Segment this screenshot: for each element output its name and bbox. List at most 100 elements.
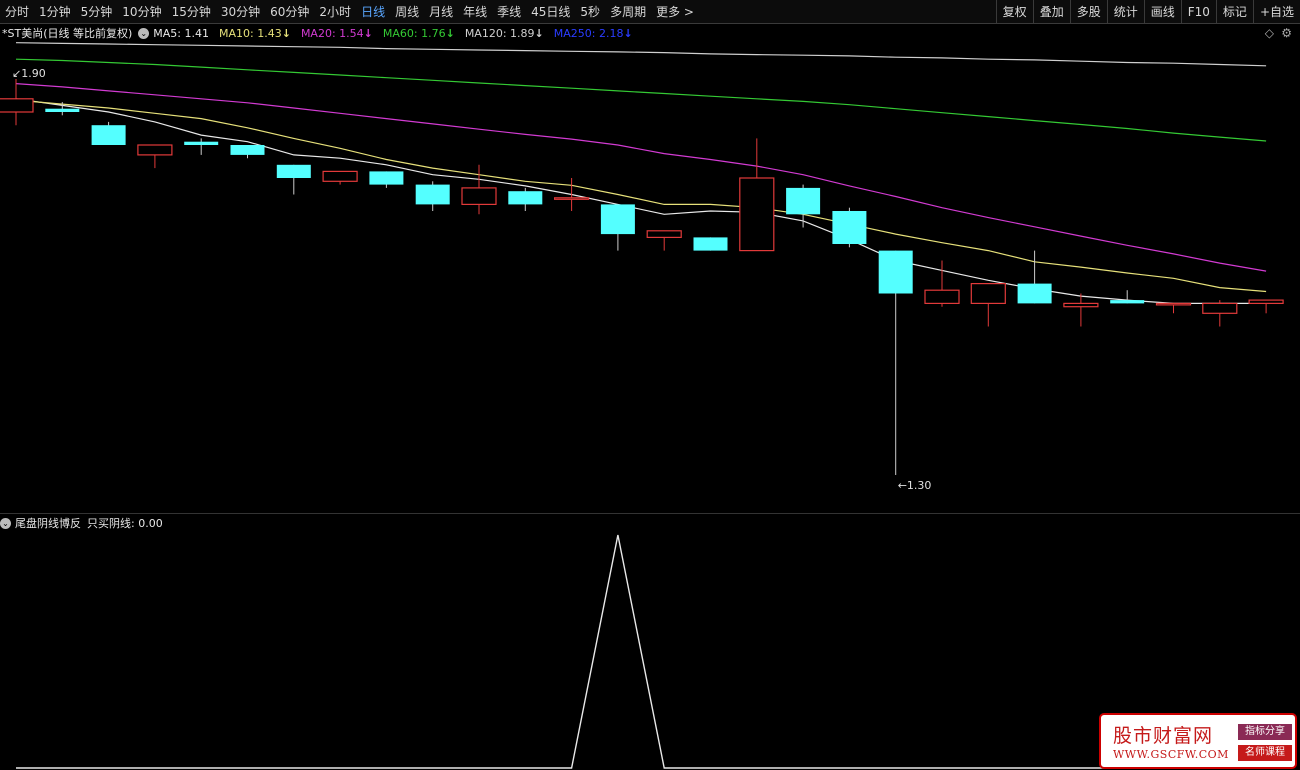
candle-body-22 — [1017, 283, 1052, 304]
candle-body-27 — [1248, 299, 1284, 305]
candle-3 — [137, 144, 173, 169]
candle-body-6 — [276, 164, 311, 178]
candle-body-21 — [970, 283, 1006, 305]
candle-body-13 — [600, 204, 635, 235]
candle-14 — [646, 230, 682, 251]
ma-line-ma5 — [15, 98, 1267, 304]
candle-body-5 — [230, 145, 265, 155]
period-tab-6[interactable]: 60分钟 — [265, 0, 314, 24]
ma-legend-item-5: MA250: 2.18↓ — [553, 26, 633, 40]
candle-body-24 — [1110, 300, 1145, 304]
ma-line-ma60 — [15, 58, 1267, 142]
candle-4 — [184, 138, 219, 155]
candle-7 — [322, 170, 358, 185]
candle-body-11 — [508, 191, 543, 205]
candle-body-10 — [461, 187, 497, 205]
candle-body-23 — [1063, 302, 1099, 308]
candle-body-8 — [369, 171, 404, 185]
tool-button-5[interactable]: F10 — [1180, 0, 1216, 24]
period-tab-10[interactable]: 月线 — [424, 0, 458, 24]
period-tab-9[interactable]: 周线 — [390, 0, 424, 24]
period-tab-13[interactable]: 45日线 — [526, 0, 575, 24]
candle-body-18 — [832, 211, 867, 244]
period-tab-8[interactable]: 日线 — [356, 0, 390, 24]
candle-25 — [1155, 302, 1192, 314]
period-tab-16[interactable]: 更多 > — [651, 0, 699, 24]
indicator-line — [16, 534, 1267, 769]
ma-legend-item-1: MA10: 1.43↓ — [219, 26, 291, 40]
candle-body-17 — [786, 187, 821, 215]
period-tab-3[interactable]: 10分钟 — [117, 0, 166, 24]
candle-body-7 — [322, 170, 358, 182]
candle-body-0 — [0, 98, 34, 113]
period-tab-0[interactable]: 分时 — [0, 0, 34, 24]
period-tab-4[interactable]: 15分钟 — [167, 0, 216, 24]
watermark-tag-course: 名师课程 — [1238, 745, 1292, 761]
candle-5 — [230, 145, 265, 159]
max-price-label: ↙1.90 — [12, 67, 46, 80]
tool-button-6[interactable]: 标记 — [1215, 0, 1253, 24]
tool-button-4[interactable]: 画线 — [1143, 0, 1181, 24]
tool-button-7[interactable]: +自选 — [1252, 0, 1300, 24]
watermark-url: WWW.GSCFW.COM — [1113, 748, 1229, 761]
candle-body-14 — [646, 230, 682, 239]
candle-body-20 — [924, 289, 960, 304]
tool-button-0[interactable]: 复权 — [995, 0, 1033, 24]
ma-line-ma10 — [15, 99, 1267, 293]
indicator-circle-icon[interactable]: ⌄ — [0, 517, 11, 529]
period-tab-12[interactable]: 季线 — [492, 0, 526, 24]
ma-legend-item-4: MA120: 1.89↓ — [464, 26, 544, 40]
candle-body-25 — [1155, 302, 1192, 306]
ma-line-ma20 — [15, 83, 1267, 272]
candle-19 — [878, 250, 913, 475]
gear-icon[interactable]: ⚙ — [1281, 26, 1292, 40]
candle-body-15 — [693, 237, 728, 251]
candle-16 — [739, 138, 775, 252]
candle-11 — [508, 187, 543, 211]
toolbar: 分时 1分钟 5分钟 10分钟 15分钟 30分钟 60分钟 2小时 日线 周线 月线 年线 季线 45日… — [0, 0, 1300, 24]
info-bar: *ST美尚(日线 等比前复权) ⌄ MA5: 1.41 MA10: 1.43↓ MA… — [0, 24, 1300, 42]
ma-legend-item-2: MA20: 1.54↓ — [300, 26, 373, 40]
tool-buttons: 复权 叠加 多股 统计 画线 F10 标记 +自选 — [995, 0, 1300, 24]
tool-button-2[interactable]: 多股 — [1069, 0, 1107, 24]
ma-line-ma120 — [15, 42, 1267, 67]
tool-button-3[interactable]: 统计 — [1106, 0, 1144, 24]
candle-body-12 — [553, 197, 590, 200]
stock-title: *ST美尚(日线 等比前复权) — [2, 27, 133, 40]
indicator-name: 尾盘阴线博反 — [15, 517, 81, 530]
tool-button-1[interactable]: 叠加 — [1032, 0, 1070, 24]
candle-body-16 — [739, 177, 775, 252]
candle-body-9 — [415, 184, 450, 205]
candle-body-4 — [184, 141, 219, 145]
period-tab-2[interactable]: 5分钟 — [76, 0, 118, 24]
period-tab-15[interactable]: 多周期 — [605, 0, 651, 24]
period-tab-11[interactable]: 年线 — [458, 0, 492, 24]
diamond-icon[interactable]: ◇ — [1265, 26, 1274, 40]
candlestick-chart[interactable]: ↙1.90 ←1.30 — [0, 42, 1300, 512]
period-tab-14[interactable]: 5秒 — [575, 0, 605, 24]
candle-23 — [1063, 293, 1099, 327]
indicator-bar: ⌄ 尾盘阴线博反 只买阴线: 0.00 — [0, 515, 163, 531]
period-tab-7[interactable]: 2小时 — [314, 0, 356, 24]
candle-13 — [600, 204, 635, 251]
candle-body-26 — [1202, 302, 1238, 314]
candle-26 — [1202, 300, 1238, 327]
candle-10 — [461, 164, 497, 215]
candle-15 — [693, 237, 728, 251]
ma-legend: MA5: 1.41 MA10: 1.43↓ MA20: 1.54↓ MA60: 1.7… — [153, 27, 642, 40]
candle-body-1 — [45, 108, 80, 112]
candle-body-19 — [878, 250, 913, 294]
watermark-name: 股市财富网 — [1113, 725, 1214, 747]
ma-legend-item-3: MA60: 1.76↓ — [382, 26, 455, 40]
candle-8 — [369, 171, 404, 188]
candle-17 — [786, 184, 821, 228]
candle-21 — [970, 283, 1006, 327]
period-tab-1[interactable]: 1分钟 — [34, 0, 76, 24]
candle-9 — [415, 181, 450, 211]
candle-body-3 — [137, 144, 173, 156]
indicator-value: 只买阴线: 0.00 — [87, 517, 163, 530]
period-tab-5[interactable]: 30分钟 — [216, 0, 265, 24]
ma-legend-item-0: MA5: 1.41 — [153, 26, 209, 40]
panel-divider[interactable] — [0, 513, 1300, 514]
settings-circle-icon[interactable]: ⌄ — [138, 27, 150, 39]
